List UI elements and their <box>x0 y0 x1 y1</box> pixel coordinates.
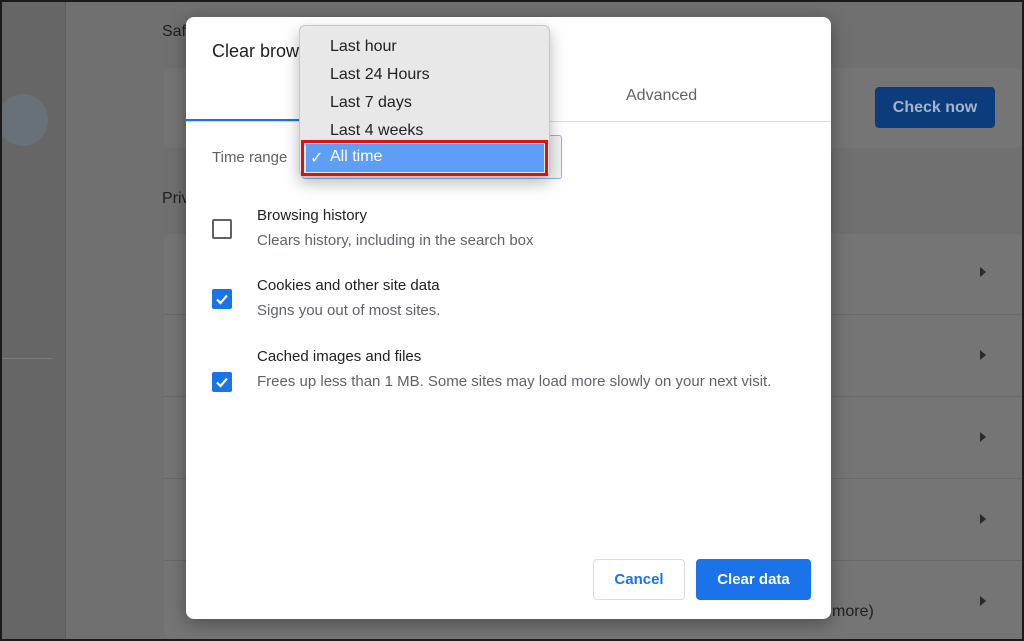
cookies-checkbox[interactable] <box>212 289 232 309</box>
cancel-button[interactable]: Cancel <box>593 559 685 600</box>
row-arrow-icon[interactable] <box>980 267 986 277</box>
row-arrow-icon[interactable] <box>980 432 986 442</box>
row-arrow-icon[interactable] <box>980 514 986 524</box>
checkmark-icon <box>216 377 228 388</box>
highlight-annotation <box>301 140 548 176</box>
cookies-title: Cookies and other site data <box>257 277 440 294</box>
option-last-4-weeks[interactable]: Last 4 weeks <box>330 122 423 140</box>
option-last-24-hours[interactable]: Last 24 Hours <box>330 66 430 84</box>
row-arrow-icon[interactable] <box>980 350 986 360</box>
check-now-button[interactable]: Check now <box>875 87 995 128</box>
dialog-title: Clear brow <box>212 41 300 61</box>
clear-data-button[interactable]: Clear data <box>696 559 811 600</box>
option-last-7-days[interactable]: Last 7 days <box>330 94 412 112</box>
browsing-history-subtitle: Clears history, including in the search … <box>257 232 534 249</box>
tab-advanced[interactable]: Advanced <box>626 87 697 105</box>
background-divider <box>2 358 52 359</box>
cached-images-checkbox[interactable] <box>212 372 232 392</box>
cached-images-title: Cached images and files <box>257 348 422 365</box>
option-last-hour[interactable]: Last hour <box>330 38 397 56</box>
cookies-subtitle: Signs you out of most sites. <box>257 302 441 319</box>
row-arrow-icon[interactable] <box>980 596 986 606</box>
more-text: more) <box>832 603 874 620</box>
browsing-history-checkbox[interactable] <box>212 219 232 239</box>
cached-images-subtitle: Frees up less than 1 MB. Some sites may … <box>257 373 772 390</box>
time-range-label: Time range <box>212 149 288 166</box>
safety-check-heading: Saf <box>162 23 187 40</box>
browsing-history-title: Browsing history <box>257 207 368 224</box>
checkmark-icon <box>216 294 228 305</box>
